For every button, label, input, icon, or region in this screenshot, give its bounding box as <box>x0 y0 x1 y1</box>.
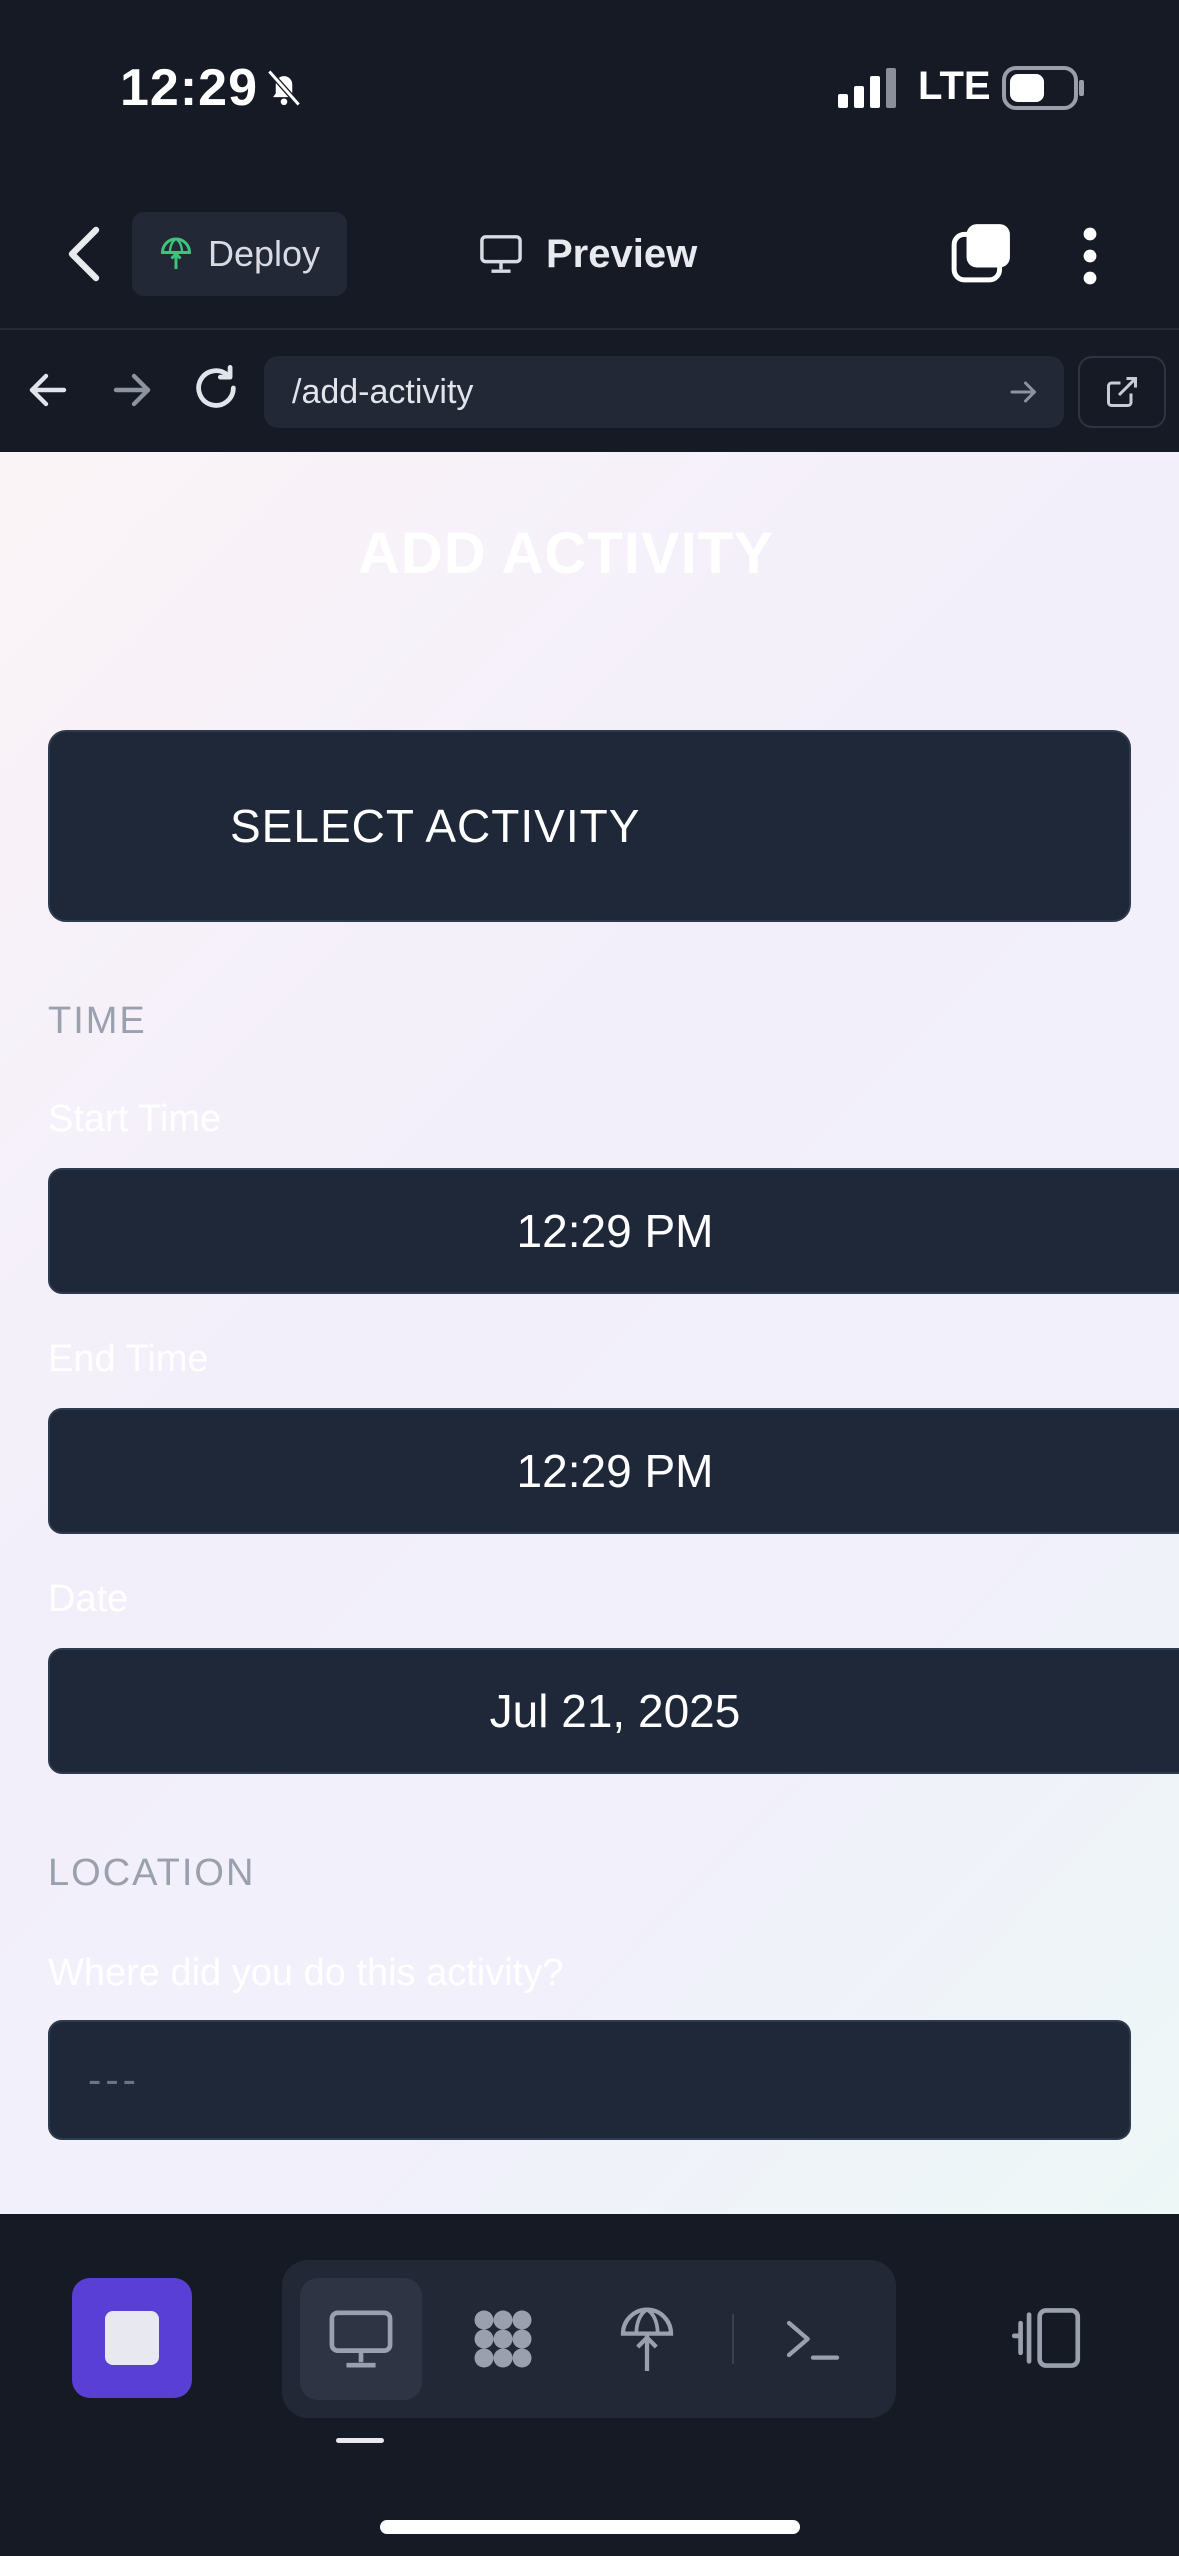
location-placeholder: --- <box>88 2057 140 2102</box>
url-text: /add-activity <box>292 372 474 411</box>
preview-tab[interactable]: Preview <box>478 226 697 282</box>
tool-group <box>282 2260 896 2418</box>
web-preview: ADD ACTIVITY SELECT ACTIVITY TIME Start … <box>0 452 1179 2214</box>
preview-label: Preview <box>546 231 698 276</box>
terminal-icon <box>786 2320 840 2360</box>
arrow-left-icon[interactable] <box>24 366 72 414</box>
bell-muted-icon <box>267 69 301 107</box>
status-time: 12:29 <box>120 59 258 117</box>
location-question: Where did you do this activity? <box>48 1952 564 1994</box>
deploy-button[interactable]: Deploy <box>132 212 347 296</box>
start-time-value: 12:29 PM <box>516 1205 714 1257</box>
status-bar: 12:29 LTE <box>0 0 1179 180</box>
start-time-label: Start Time <box>48 1098 222 1140</box>
start-time-picker[interactable]: 12:29 PM <box>48 1168 1179 1294</box>
stop-button[interactable] <box>72 2278 192 2398</box>
stop-icon <box>105 2311 159 2365</box>
external-link-icon <box>1107 377 1137 407</box>
deploy-tool-button[interactable] <box>586 2278 708 2400</box>
battery-icon <box>1002 66 1084 110</box>
browser-nav-bar: /add-activity <box>0 332 1179 452</box>
home-indicator <box>380 2520 800 2534</box>
go-arrow-icon[interactable] <box>1006 374 1042 410</box>
end-time-picker[interactable]: 12:29 PM <box>48 1408 1179 1534</box>
terminal-tool-button[interactable] <box>752 2278 874 2400</box>
deploy-label: Deploy <box>208 233 321 274</box>
monitor-icon <box>480 235 522 273</box>
date-label: Date <box>48 1578 129 1620</box>
tabs-icon[interactable] <box>950 222 1012 284</box>
location-section-label: LOCATION <box>48 1852 256 1894</box>
deploy-icon <box>160 237 192 269</box>
assets-tool-button[interactable] <box>442 2278 564 2400</box>
panel-toggle-icon[interactable] <box>1010 2306 1082 2370</box>
more-vertical-icon[interactable] <box>1070 224 1110 288</box>
select-activity-label: SELECT ACTIVITY <box>230 800 641 852</box>
app-toolbar: Deploy Preview <box>0 180 1179 330</box>
page-title: ADD ACTIVITY <box>358 521 774 586</box>
end-time-label: End Time <box>48 1338 209 1380</box>
date-picker[interactable]: Jul 21, 2025 <box>48 1648 1179 1774</box>
date-value: Jul 21, 2025 <box>489 1685 741 1737</box>
preview-tool-button[interactable] <box>300 2278 422 2400</box>
location-input[interactable]: --- <box>48 2020 1131 2140</box>
reload-icon[interactable] <box>190 362 242 414</box>
select-activity-button[interactable]: SELECT ACTIVITY <box>48 730 1131 922</box>
bottom-toolbar <box>0 2214 1179 2556</box>
arrow-right-icon[interactable] <box>108 366 156 414</box>
network-type: LTE <box>918 64 991 108</box>
nodes-icon <box>474 2310 532 2368</box>
monitor-icon <box>329 2310 393 2368</box>
deploy-icon <box>620 2307 674 2371</box>
time-section-label: TIME <box>48 1000 147 1042</box>
active-tab-indicator <box>336 2438 384 2443</box>
back-chevron-icon[interactable] <box>62 224 106 284</box>
open-external-button[interactable] <box>1078 356 1166 428</box>
toolbar-divider <box>732 2314 734 2364</box>
signal-icon <box>838 68 896 108</box>
end-time-value: 12:29 PM <box>516 1445 714 1497</box>
url-field[interactable]: /add-activity <box>264 356 1064 428</box>
